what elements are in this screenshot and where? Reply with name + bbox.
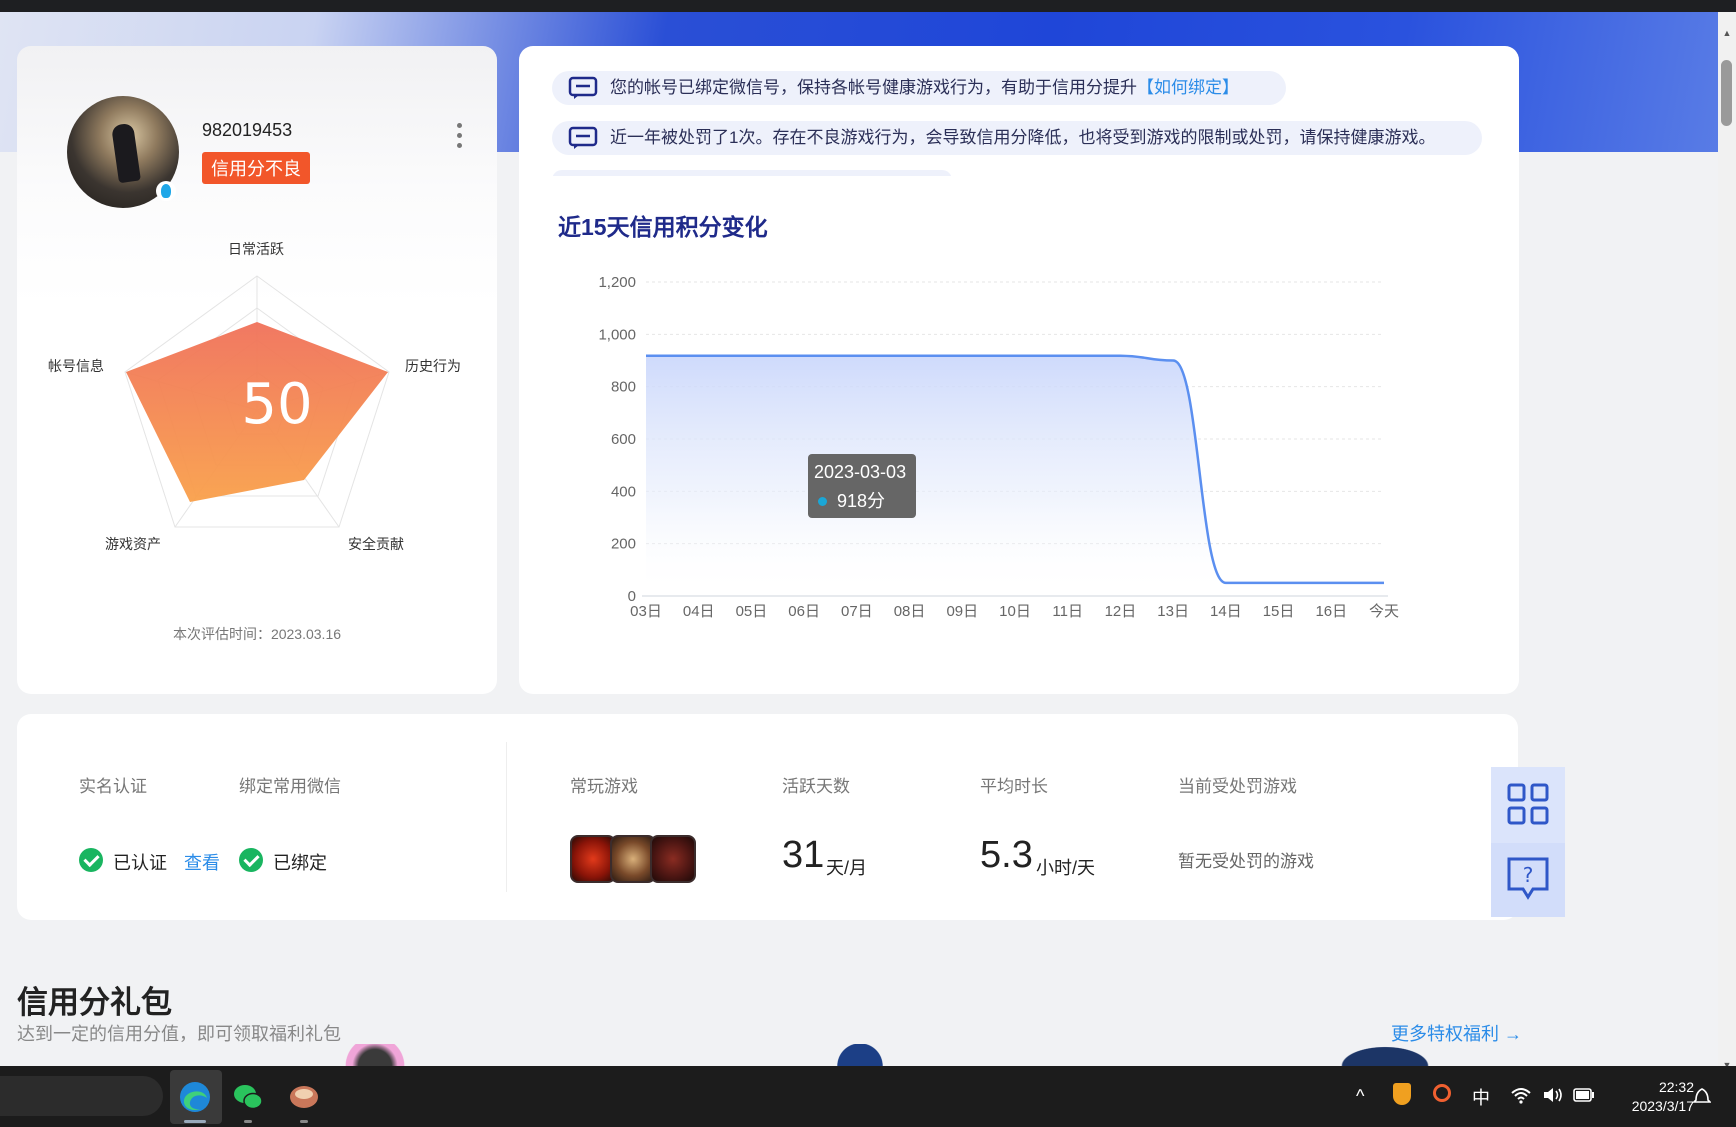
penalty-value: 暂无受处罚的游戏 [1178,852,1314,871]
gift-image [1335,1044,1435,1066]
ime-indicator[interactable]: 中 [1472,1084,1490,1110]
app-indicator [300,1120,308,1123]
radar-label-assets: 游戏资产 [105,536,161,552]
y-tick-label: 200 [611,536,636,553]
clock-date: 2023/3/17 [1631,1098,1694,1114]
y-tick-label: 800 [611,379,636,396]
eval-time: 本次评估时间：2023.03.16 [172,626,342,642]
tray-g-icon[interactable] [1433,1084,1451,1102]
scroll-up-icon[interactable]: ▲ [1722,28,1732,38]
tooltip-value: 918分 [837,491,886,511]
credit-chart-card: 您的帐号已绑定微信号，保持各帐号健康游戏行为，有助于信用分提升【如何绑定】 近一… [519,46,1519,694]
browser-top-strip [0,0,1736,12]
check-icon [79,848,103,872]
clock-time: 22:32 [1658,1079,1694,1095]
active-days-number: 31 [782,834,825,876]
wechat-icon[interactable] [231,1080,265,1114]
help-button[interactable]: ? [1491,843,1565,917]
tray-chevron-up-icon[interactable]: ^ [1356,1086,1364,1107]
more-benefits-link[interactable]: 更多特权福利 → [1391,1020,1522,1046]
x-tick-label: 16日 [1315,603,1347,620]
radar-label-daily: 日常活跃 [228,241,284,257]
volume-icon[interactable] [1542,1086,1564,1104]
scroll-thumb[interactable] [1721,60,1732,126]
gift-image [830,1044,890,1066]
active-days-unit: 天/月 [826,858,868,878]
wechat-label: 绑定常用微信 [239,777,341,796]
game-launcher-icon[interactable] [287,1080,321,1114]
x-tick-label: 13日 [1157,603,1189,620]
windows-taskbar: ^ 中 22:32 2023/3/17 [0,1066,1736,1127]
real-name-label: 实名认证 [79,777,147,796]
question-icon: ? [1507,857,1549,900]
y-tick-label: 600 [611,431,636,448]
x-tick-label: 09日 [946,603,978,620]
stats-divider [506,742,507,892]
real-name-value: 已认证 [113,853,167,873]
wifi-icon[interactable] [1510,1086,1532,1104]
credit-score: 50 [241,372,313,437]
wechat-value: 已绑定 [273,853,327,873]
x-tick-label: 10日 [999,603,1031,620]
credit-line-chart[interactable]: 02004006008001,0001,20003日 04日 05日 06日 07日 08… [519,46,1519,694]
series-area [646,355,1384,596]
system-clock[interactable]: 22:32 2023/3/17 [1632,1078,1694,1116]
active-app-indicator [184,1120,206,1123]
taskbar-search[interactable] [0,1076,163,1116]
lol-game-icon[interactable] [650,835,696,883]
y-tick-label: 1,200 [598,274,636,291]
radar-label-account: 帐号信息 [48,358,104,374]
x-tick-label: 12日 [1105,603,1137,620]
app-indicator [244,1120,252,1123]
avg-time-label: 平均时长 [980,777,1048,796]
qrcode-icon [1507,783,1549,825]
edge-browser-icon[interactable] [178,1080,212,1114]
x-tick-label: 04日 [683,603,715,620]
radar-label-history: 历史行为 [405,358,461,374]
active-days-label: 活跃天数 [782,777,850,796]
x-tick-label: 今天 [1369,603,1399,620]
x-tick-label: 06日 [788,603,820,620]
y-tick-label: 400 [611,483,636,500]
qrcode-button[interactable] [1491,767,1565,841]
y-tick-label: 1,000 [598,326,636,343]
check-icon [239,848,263,872]
avg-time-unit: 小时/天 [1036,858,1096,878]
chart-tooltip: 2023-03-03 918分 [808,454,916,518]
penalty-label: 当前受处罚游戏 [1178,777,1297,796]
radar-label-security: 安全贡献 [348,536,404,552]
tooltip-dot [818,497,827,506]
x-tick-label: 15日 [1263,603,1295,620]
games-label: 常玩游戏 [570,777,638,796]
x-tick-label: 11日 [1052,603,1083,620]
page-scrollbar[interactable]: ▲ ▼ [1718,12,1736,1070]
battery-icon[interactable] [1573,1088,1595,1102]
x-tick-label: 08日 [894,603,926,620]
view-real-name-link[interactable]: 查看 [184,849,220,875]
profile-card: 982019453 信用分不良 日常活跃 历史行为 安全贡献 游戏资产 帐号信息… [17,46,497,694]
x-tick-label: 05日 [736,603,768,620]
security-shield-icon[interactable] [1393,1083,1411,1105]
x-tick-label: 07日 [841,603,873,620]
gift-image [340,1044,410,1066]
gift-section-title: 信用分礼包 [17,985,172,1020]
notification-icon[interactable] [1693,1086,1711,1106]
stats-card: 实名认证 绑定常用微信 已认证 查看 已绑定 常玩游戏 活跃天数 31 天/月 … [17,714,1518,920]
svg-text:?: ? [1523,863,1534,887]
tooltip-date: 2023-03-03 [814,462,907,482]
x-tick-label: 03日 [630,603,662,620]
x-tick-label: 14日 [1210,603,1242,620]
avg-time-number: 5.3 [980,834,1033,876]
gift-section-subtitle: 达到一定的信用分值，即可领取福利礼包 [17,1024,341,1044]
side-float-panel: ? [1491,767,1565,917]
